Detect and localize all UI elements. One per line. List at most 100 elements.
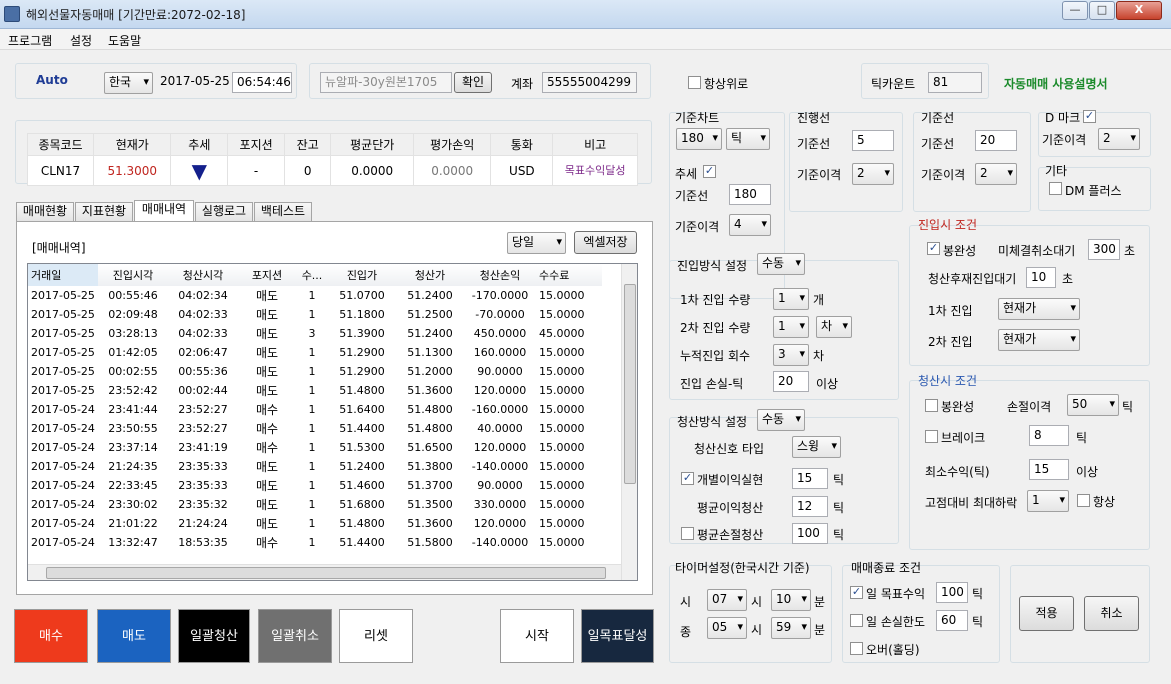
tab-trade-history[interactable]: 매매내역 <box>134 200 194 222</box>
d-mark-dev-select[interactable]: 2 <box>1098 128 1140 150</box>
table-row[interactable]: 2017-05-25 01:42:05 02:06:47 매도 1 51.2900 51.1… <box>28 343 602 362</box>
start-min-select[interactable]: 10 <box>771 589 811 611</box>
hist-header-date[interactable]: 거래일 <box>28 264 98 286</box>
period-select[interactable]: 당일 <box>507 232 566 254</box>
avg-loss-input[interactable]: 100 <box>792 523 828 544</box>
table-row[interactable]: 2017-05-24 23:50:55 23:52:27 매수 1 51.4400 51.4… <box>28 419 602 438</box>
stop-select[interactable]: 50 <box>1067 394 1119 416</box>
always-checkbox[interactable] <box>1077 494 1090 507</box>
end-min-select[interactable]: 59 <box>771 617 811 639</box>
sell-button[interactable]: 매도 <box>97 609 171 663</box>
max-drop-select[interactable]: 1 <box>1027 490 1069 512</box>
tab-backtest[interactable]: 백테스트 <box>254 202 312 221</box>
exit-bongwan-checkbox[interactable] <box>925 399 938 412</box>
hist-header-fee[interactable]: 수수료 <box>536 264 602 286</box>
dm-plus-checkbox[interactable] <box>1049 182 1062 195</box>
table-row[interactable]: 2017-05-24 21:01:22 21:24:24 매도 1 51.4800 51.3… <box>28 514 602 533</box>
manual-link[interactable]: 자동매매 사용설명서 <box>1004 75 1108 92</box>
hist-header-entry-price[interactable]: 진입가 <box>328 264 396 286</box>
hist-header-qty[interactable]: 수... <box>296 264 328 286</box>
history-scroll-thumb[interactable] <box>624 284 636 484</box>
trend-base-input[interactable]: 180 <box>729 184 771 205</box>
daily-target-checkbox[interactable]: ✓ <box>850 586 863 599</box>
entry-cum-select[interactable]: 3 <box>773 344 809 366</box>
start-button[interactable]: 시작 <box>500 609 574 663</box>
cancel-all-button[interactable]: 일괄취소 <box>258 609 332 663</box>
avg-loss-checkbox[interactable] <box>681 527 694 540</box>
chart-base-select[interactable]: 180 <box>676 128 722 150</box>
entry-q1-select[interactable]: 1 <box>773 288 809 310</box>
close-button[interactable]: X <box>1116 1 1162 20</box>
trend-checkbox[interactable]: ✓ <box>703 165 716 178</box>
entry-bongwan-checkbox[interactable]: ✓ <box>927 242 940 255</box>
menu-help[interactable]: 도움말 <box>108 32 141 49</box>
entry-q2-unit-select[interactable]: 차 <box>816 316 852 338</box>
table-row[interactable]: 2017-05-24 23:30:02 23:35:32 매도 1 51.6800 51.3… <box>28 495 602 514</box>
entry-loss-input[interactable]: 20 <box>773 371 809 392</box>
base-line-base-input[interactable]: 20 <box>975 130 1017 151</box>
end-hour-select[interactable]: 05 <box>707 617 747 639</box>
exit-method-select[interactable]: 수동 <box>757 409 805 431</box>
table-row[interactable]: 2017-05-24 23:37:14 23:41:19 매수 1 51.5300 51.6… <box>28 438 602 457</box>
history-hscrollbar[interactable] <box>28 564 621 580</box>
base-line-dev-select[interactable]: 2 <box>975 163 1017 185</box>
product-input[interactable]: 뉴알파-30y원본1705 <box>320 72 452 93</box>
always-on-top-checkbox[interactable] <box>688 76 701 89</box>
table-row[interactable]: 2017-05-24 21:24:35 23:35:33 매도 1 51.2400 51.3… <box>28 457 602 476</box>
reset-button[interactable]: 리셋 <box>339 609 413 663</box>
hist-header-entry-time[interactable]: 진입시각 <box>98 264 168 286</box>
hist-header-position[interactable]: 포지션 <box>238 264 296 286</box>
trend-dev-select[interactable]: 4 <box>729 214 771 236</box>
hist-header-exit-time[interactable]: 청산시각 <box>168 264 238 286</box>
avg-profit-input[interactable]: 12 <box>792 496 828 517</box>
confirm-button[interactable]: 확인 <box>454 72 492 93</box>
history-vscrollbar[interactable] <box>621 264 637 580</box>
tab-trading-status[interactable]: 매매현황 <box>16 202 74 221</box>
hist-header-exit-price[interactable]: 청산가 <box>396 264 464 286</box>
liquidate-all-button[interactable]: 일괄청산 <box>178 609 250 663</box>
table-row[interactable]: 2017-05-24 13:32:47 18:53:35 매수 1 51.4400 51.5… <box>28 533 602 552</box>
daily-loss-checkbox[interactable] <box>850 614 863 627</box>
brake-checkbox[interactable] <box>925 430 938 443</box>
unfilled-input[interactable]: 300 <box>1088 239 1120 260</box>
overnight-checkbox[interactable] <box>850 642 863 655</box>
country-select[interactable]: 한국 <box>104 72 153 94</box>
table-row[interactable]: 2017-05-25 00:55:46 04:02:34 매도 1 51.0700 51.2… <box>28 286 602 305</box>
indiv-profit-checkbox[interactable]: ✓ <box>681 472 694 485</box>
table-row[interactable]: 2017-05-24 22:33:45 23:35:33 매도 1 51.4600 51.3… <box>28 476 602 495</box>
cancel-button[interactable]: 취소 <box>1084 596 1139 631</box>
table-row[interactable]: 2017-05-25 03:28:13 04:02:33 매도 3 51.3900 51.2… <box>28 324 602 343</box>
menu-settings[interactable]: 설정 <box>70 32 92 49</box>
menu-program[interactable]: 프로그램 <box>8 32 52 49</box>
table-row[interactable]: 2017-05-25 23:52:42 00:02:44 매도 1 51.4800 51.3… <box>28 381 602 400</box>
brake-input[interactable]: 8 <box>1029 425 1069 446</box>
history-list[interactable]: 거래일 진입시각 청산시각 포지션 수... 진입가 청산가 청산손익 수수료 … <box>27 263 638 581</box>
history-hscroll-thumb[interactable] <box>46 567 606 579</box>
table-row[interactable]: 2017-05-25 02:09:48 04:02:33 매도 1 51.1800 51.2… <box>28 305 602 324</box>
entry1-select[interactable]: 현재가 <box>998 298 1080 320</box>
entry-method-select[interactable]: 수동 <box>757 253 805 275</box>
table-row[interactable]: 2017-05-25 00:02:55 00:55:36 매도 1 51.2900 51.2… <box>28 362 602 381</box>
progress-base-input[interactable]: 5 <box>852 130 894 151</box>
progress-dev-select[interactable]: 2 <box>852 163 894 185</box>
entry2-select[interactable]: 현재가 <box>998 329 1080 351</box>
min-profit-input[interactable]: 15 <box>1029 459 1069 480</box>
tab-indicator-status[interactable]: 지표현황 <box>75 202 133 221</box>
indiv-profit-input[interactable]: 15 <box>792 468 828 489</box>
maximize-button[interactable]: □ <box>1089 1 1115 20</box>
daily-loss-input[interactable]: 60 <box>936 610 968 631</box>
table-row[interactable]: 2017-05-24 23:41:44 23:52:27 매수 1 51.6400 51.4… <box>28 400 602 419</box>
minimize-button[interactable]: — <box>1062 1 1088 20</box>
tab-run-log[interactable]: 실행로그 <box>195 202 253 221</box>
exit-signal-select[interactable]: 스윙 <box>792 436 841 458</box>
start-hour-select[interactable]: 07 <box>707 589 747 611</box>
hist-header-pnl[interactable]: 청산손익 <box>464 264 536 286</box>
daily-target-button[interactable]: 일목표달성 <box>581 609 654 663</box>
entry-q2-select[interactable]: 1 <box>773 316 809 338</box>
apply-button[interactable]: 적용 <box>1019 596 1074 631</box>
reentry-input[interactable]: 10 <box>1026 267 1056 288</box>
daily-target-input[interactable]: 100 <box>936 582 968 603</box>
d-mark-checkbox[interactable]: ✓ <box>1083 110 1096 123</box>
buy-button[interactable]: 매수 <box>14 609 88 663</box>
chart-unit-select[interactable]: 틱 <box>726 128 770 150</box>
